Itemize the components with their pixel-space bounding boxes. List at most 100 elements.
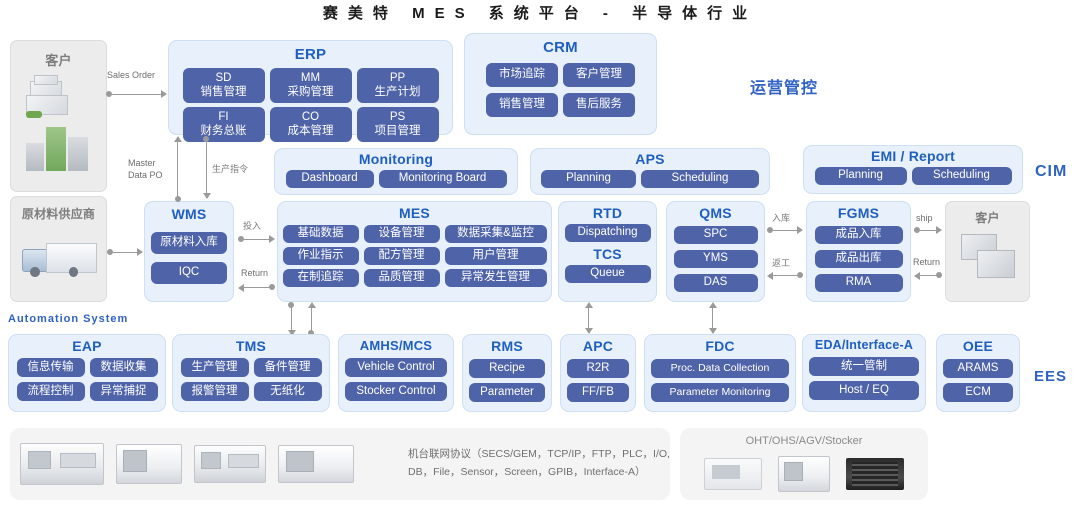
actor-customer-right: 客户 [945,201,1030,302]
fgms-item-rma[interactable]: RMA [814,274,903,292]
oht-pictograms [704,456,909,492]
panel-oee: OEE ARAMS ECM [936,334,1020,412]
erp-item-ps[interactable]: PS 项目管理 [356,107,439,142]
eda-item-unified-control[interactable]: 统一管制 [809,357,919,376]
fgms-item-fg-inbound[interactable]: 成品入库 [814,226,903,244]
panel-mes-title: MES [399,205,430,221]
rms-item-parameter[interactable]: Parameter [469,383,545,402]
mes-item-quality[interactable]: 品质管理 [363,269,440,287]
label-production-order: 生产指令 [212,164,249,174]
mes-item-wip-tracking[interactable]: 在制追踪 [282,269,359,287]
mes-item-equipment[interactable]: 设备管理 [363,225,440,243]
mes-item-user[interactable]: 用户管理 [444,247,547,265]
tms-item-alarm[interactable]: 报警管理 [180,382,249,401]
erp-item-pp[interactable]: PP 生产计划 [356,68,439,103]
erp-item-co-cn: 成本管理 [287,124,334,137]
side-label-ees: EES [1034,368,1068,385]
eap-item-exception-capture[interactable]: 异常捕捉 [89,382,158,401]
rtd-item-dispatching[interactable]: Dispatching [564,224,651,242]
panel-eda-interface-a: EDA/Interface-A 统一管制 Host / EQ [802,334,926,412]
aps-item-scheduling[interactable]: Scheduling [641,170,759,188]
fgms-item-fg-outbound[interactable]: 成品出库 [814,250,903,268]
mes-item-exception[interactable]: 异常发生管理 [444,269,547,287]
wms-item-iqc[interactable]: IQC [151,262,227,284]
panel-monitoring-title: Monitoring [358,151,434,167]
connector-dot [175,196,181,202]
connector-dot [288,302,294,308]
crm-item-customer[interactable]: 客户管理 [563,63,635,87]
label-return-wms: Return [241,268,269,278]
panel-rtd-title: RTD [592,205,623,221]
panel-monitoring: Monitoring Dashboard Monitoring Board [274,148,518,195]
amhs-item-vehicle-control[interactable]: Vehicle Control [345,358,447,377]
qms-item-yms[interactable]: YMS [673,250,758,268]
label-inbound: 入库 [772,213,791,223]
actor-customer-left-label: 客户 [45,53,72,68]
tcs-item-queue[interactable]: Queue [564,265,651,283]
amhs-item-stocker-control[interactable]: Stocker Control [345,382,447,401]
oee-item-arams[interactable]: ARAMS [943,359,1013,378]
panel-mes: MES 基础数据 设备管理 数据采集&监控 作业指示 配方管理 用户管理 在制追… [277,201,552,302]
customer-boxes-pictogram [24,75,94,121]
erp-item-pp-code: PP [389,72,406,85]
erp-item-mm[interactable]: MM 采购管理 [269,68,352,103]
agv-icon [778,456,830,492]
tms-item-production[interactable]: 生产管理 [180,358,249,377]
mes-item-basic-data[interactable]: 基础数据 [282,225,359,243]
panel-tcs-title: TCS [593,246,622,262]
eap-item-info-transfer[interactable]: 信息传输 [16,358,85,377]
actor-customer-right-label: 客户 [975,211,1000,225]
crm-item-market[interactable]: 市场追踪 [486,63,558,87]
actor-supplier-label: 原材料供应商 [21,207,96,221]
connector-mes-wms-return [244,287,270,289]
equipment-strip: 机台联网协议（SECS/GEM，TCP/IP，FTP，PLC，I/O, DB，F… [10,428,670,500]
stocker-icon [846,458,904,490]
panel-rtd-tcs: RTD Dispatching TCS Queue [558,201,657,302]
fdc-item-proc-data-collection[interactable]: Proc. Data Collection [651,359,789,378]
panel-amhs-title: AMHS/MCS [359,338,433,353]
qms-item-das[interactable]: DAS [673,274,758,292]
eda-item-host-eq[interactable]: Host / EQ [809,381,919,400]
connector-fgms-qms-rework [773,275,798,277]
connector-dot [797,272,803,278]
mes-item-data-collection[interactable]: 数据采集&监控 [444,225,547,243]
rms-item-recipe[interactable]: Recipe [469,359,545,378]
erp-item-co[interactable]: CO 成本管理 [269,107,352,142]
arrow-right-icon [936,226,942,234]
mes-item-recipe[interactable]: 配方管理 [363,247,440,265]
monitoring-item-dashboard[interactable]: Dashboard [285,170,374,188]
wms-item-raw-inbound[interactable]: 原材料入库 [151,232,227,254]
panel-erp-title: ERP [294,46,327,63]
tms-item-spare-parts[interactable]: 备件管理 [253,358,322,377]
fdc-item-parameter-monitoring[interactable]: Parameter Monitoring [651,383,789,402]
qms-item-spc[interactable]: SPC [673,226,758,244]
emi-item-scheduling[interactable]: Scheduling [911,167,1012,185]
tms-item-paperless[interactable]: 无纸化 [253,382,322,401]
connector-erp-wms [177,140,179,198]
eap-item-process-control[interactable]: 流程控制 [16,382,85,401]
eap-item-data-collection[interactable]: 数据收集 [89,358,158,377]
mes-item-work-instruction[interactable]: 作业指示 [282,247,359,265]
panel-qms: QMS SPC YMS DAS [666,201,765,302]
crm-item-aftersales[interactable]: 售后服务 [563,93,635,117]
aps-item-planning[interactable]: Planning [541,170,636,188]
actor-supplier: 原材料供应商 [10,196,107,302]
erp-item-sd[interactable]: SD 销售管理 [182,68,265,103]
panel-eap: EAP 信息传输 数据收集 流程控制 异常捕捉 [8,334,166,412]
apc-item-ff-fb[interactable]: FF/FB [567,383,629,402]
erp-item-fi[interactable]: FI 财务总账 [182,107,265,142]
crm-item-sales[interactable]: 销售管理 [486,93,558,117]
apc-item-r2r[interactable]: R2R [567,359,629,378]
panel-rms-title: RMS [491,338,523,354]
machine-icon-1 [20,443,104,485]
emi-item-planning[interactable]: Planning [814,167,907,185]
label-rework: 返工 [772,258,791,268]
oht-title: OHT/OHS/AGV/Stocker [745,435,863,447]
monitoring-item-board[interactable]: Monitoring Board [378,170,507,188]
protocol-line-2: DB，File，Sensor，Screen，GPIB，Interface-A） [408,466,646,478]
panel-apc-title: APC [582,338,614,354]
erp-item-co-code: CO [301,111,320,124]
panel-fdc: FDC Proc. Data Collection Parameter Moni… [644,334,796,412]
arrow-right-icon [797,226,803,234]
oee-item-ecm[interactable]: ECM [943,383,1013,402]
